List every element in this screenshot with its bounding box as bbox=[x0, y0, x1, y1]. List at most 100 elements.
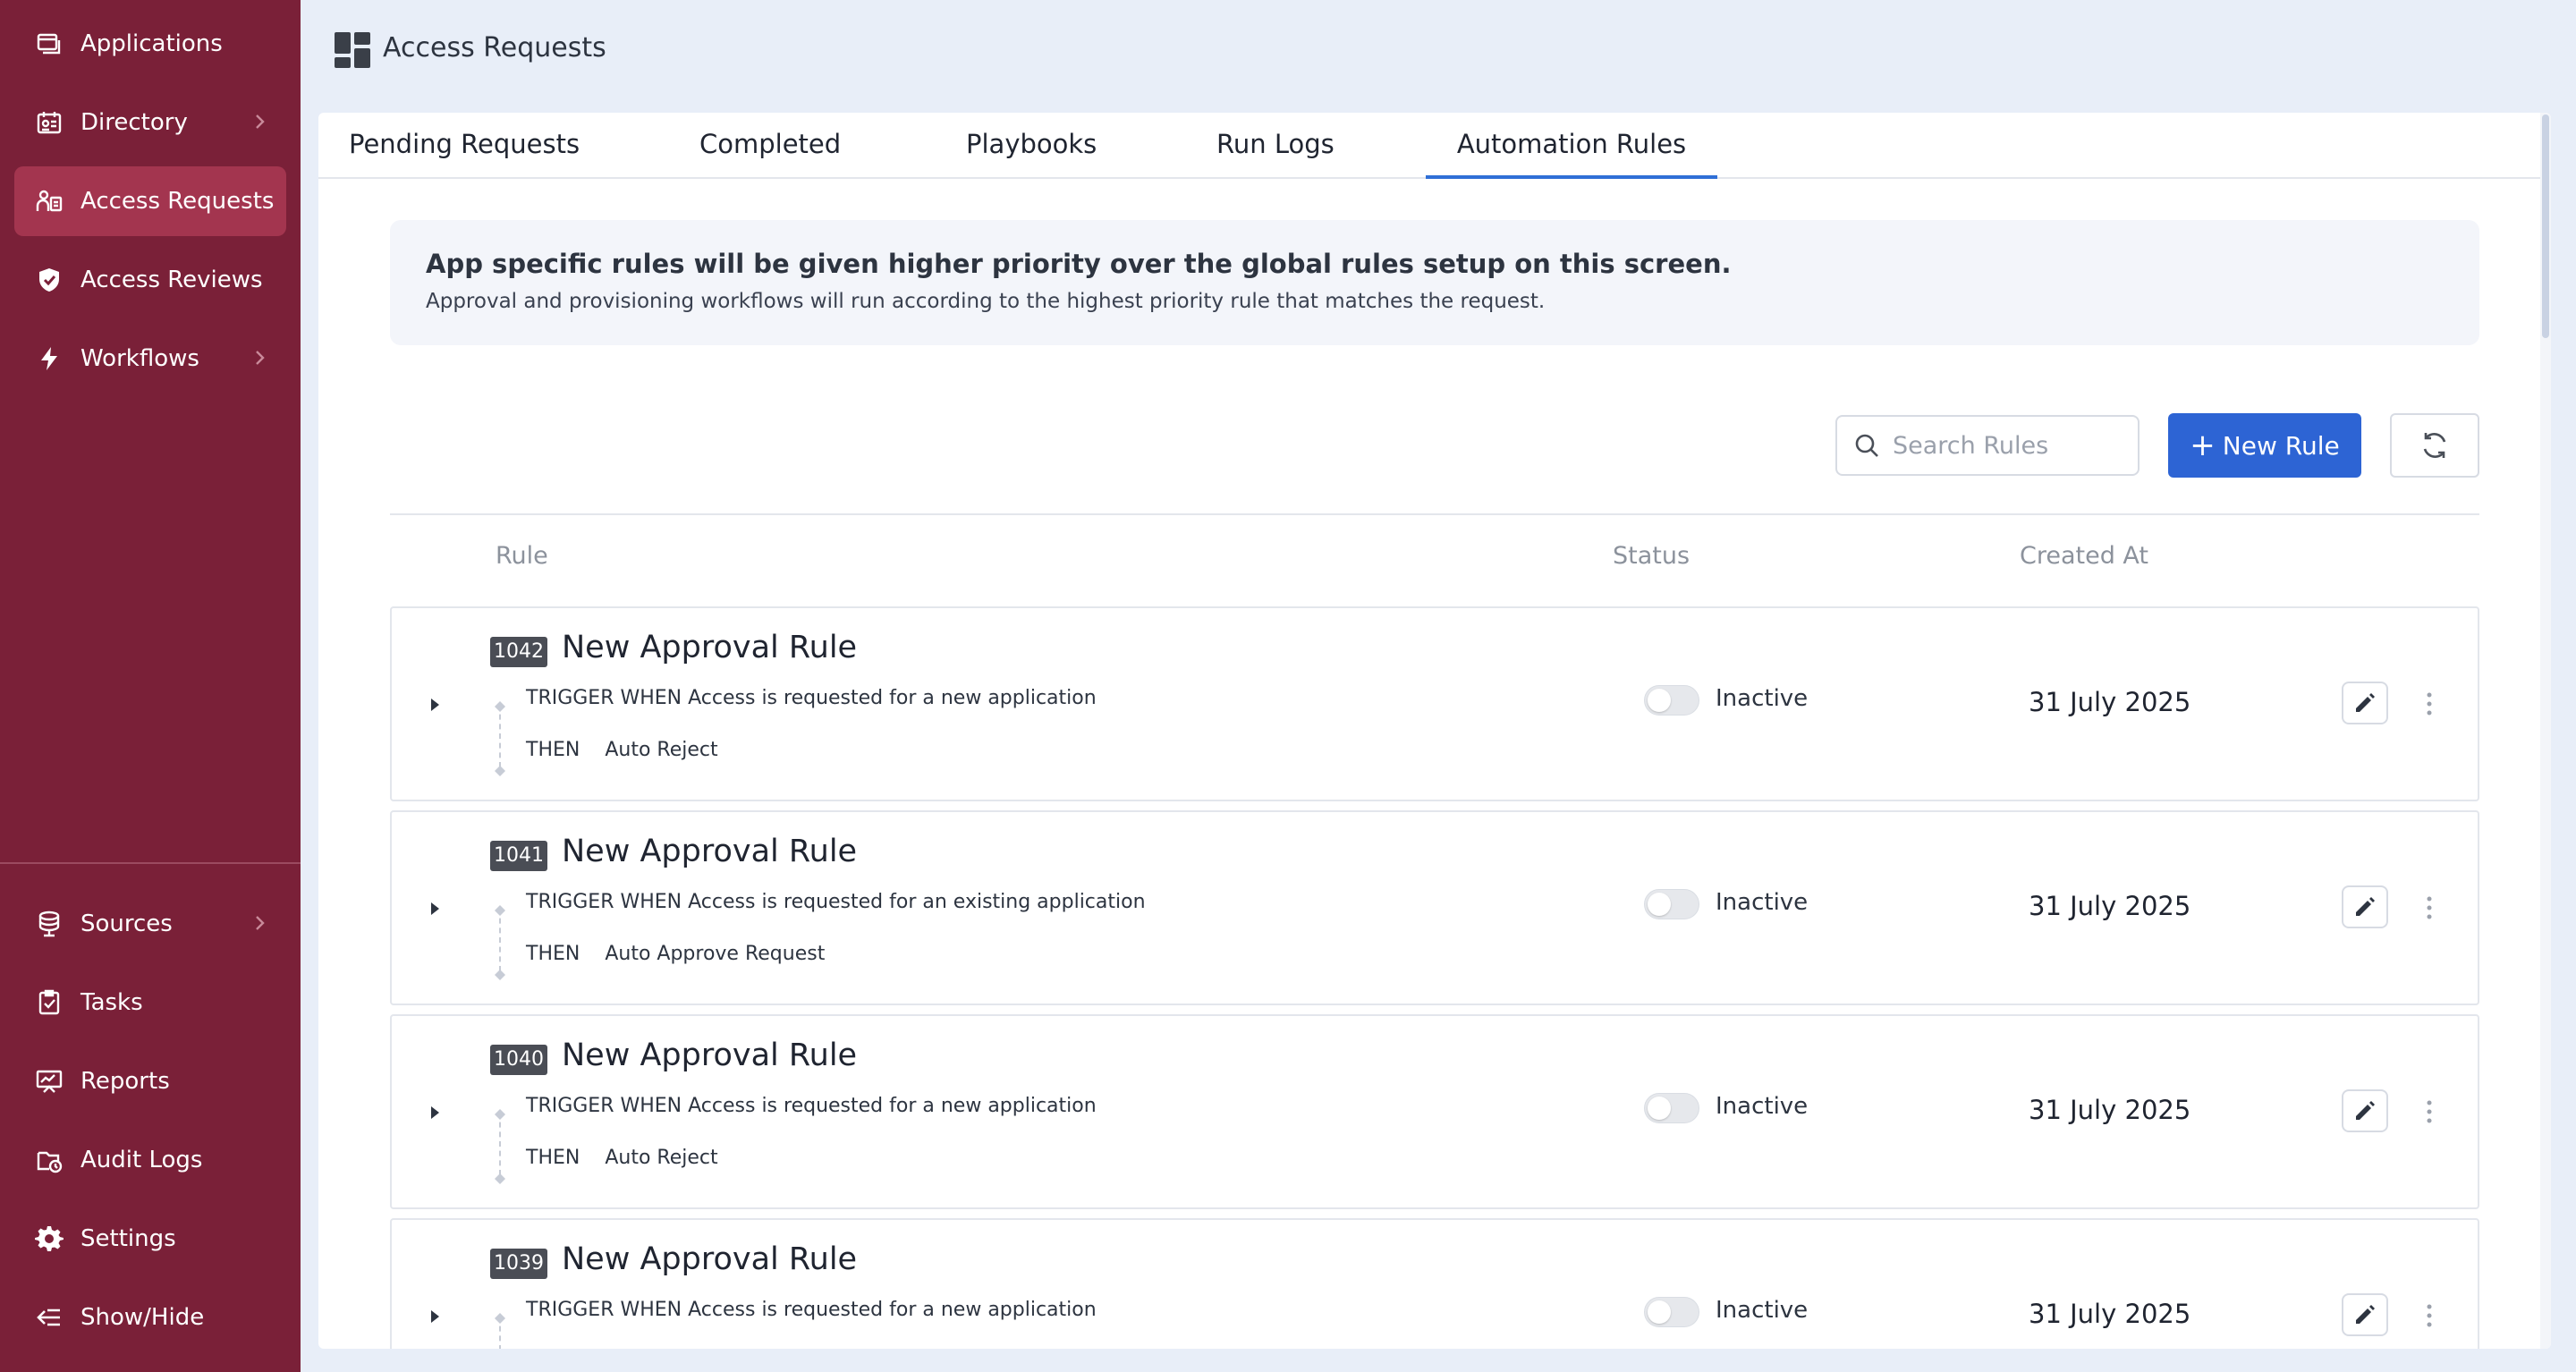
status-toggle[interactable] bbox=[1644, 889, 1699, 919]
rule-then: THEN Auto Approve Request bbox=[526, 943, 825, 965]
toggle-knob bbox=[1648, 1097, 1671, 1120]
edit-button[interactable] bbox=[2342, 1293, 2388, 1336]
refresh-button[interactable] bbox=[2390, 413, 2479, 478]
created-date: 31 July 2025 bbox=[2029, 891, 2191, 921]
scrollbar[interactable] bbox=[2540, 113, 2551, 1349]
search-input[interactable] bbox=[1893, 431, 2134, 460]
table-row[interactable]: 1040 New Approval Rule TRIGGER WHEN Acce… bbox=[390, 1014, 2479, 1209]
search-box[interactable] bbox=[1835, 415, 2140, 476]
new-rule-button[interactable]: + New Rule bbox=[2168, 413, 2361, 478]
sidebar-item-settings[interactable]: Settings bbox=[14, 1204, 286, 1274]
edit-button[interactable] bbox=[2342, 885, 2388, 928]
sidebar-item-label: Applications bbox=[80, 30, 223, 57]
rule-action: Auto Reject bbox=[605, 1147, 718, 1169]
caret-right-icon[interactable] bbox=[426, 1308, 444, 1325]
sidebar-item-audit-logs[interactable]: Audit Logs bbox=[14, 1125, 286, 1195]
diamond-icon bbox=[495, 970, 505, 980]
access-requests-icon bbox=[34, 186, 64, 216]
pencil-icon bbox=[2356, 693, 2375, 712]
toggle-knob bbox=[1648, 689, 1671, 712]
banner-subtitle: Approval and provisioning workflows will… bbox=[426, 290, 1546, 313]
tab-automation-rules[interactable]: Automation Rules bbox=[1426, 129, 1717, 179]
refresh-icon bbox=[2423, 433, 2446, 458]
sidebar-item-label: Show/Hide bbox=[80, 1304, 205, 1331]
sidebar-item-label: Audit Logs bbox=[80, 1147, 203, 1173]
rule-id-badge: 1039 bbox=[490, 1249, 547, 1279]
info-banner: App specific rules will be given higher … bbox=[390, 220, 2479, 345]
rule-title: New Approval Rule bbox=[562, 834, 858, 869]
tab-bar: Pending Requests Completed Playbooks Run… bbox=[318, 113, 2551, 179]
tab-playbooks[interactable]: Playbooks bbox=[966, 129, 1097, 179]
then-label: THEN bbox=[526, 739, 580, 761]
sidebar-item-workflows[interactable]: Workflows bbox=[14, 324, 286, 394]
tab-pending-requests[interactable]: Pending Requests bbox=[349, 129, 580, 179]
caret-right-icon[interactable] bbox=[426, 1104, 444, 1122]
sidebar-item-access-reviews[interactable]: Access Reviews bbox=[14, 245, 286, 315]
pencil-icon bbox=[2356, 1305, 2375, 1324]
rule-title: New Approval Rule bbox=[562, 630, 858, 665]
sidebar-item-sources[interactable]: Sources bbox=[14, 889, 286, 959]
sidebar-item-label: Directory bbox=[80, 109, 188, 136]
rule-id-badge: 1040 bbox=[490, 1045, 547, 1075]
then-label: THEN bbox=[526, 1147, 580, 1169]
toggle-knob bbox=[1648, 1300, 1671, 1324]
dashboard-icon bbox=[335, 32, 370, 68]
pencil-icon bbox=[2356, 1101, 2375, 1120]
table-row[interactable]: 1039 New Approval Rule TRIGGER WHEN Acce… bbox=[390, 1218, 2479, 1349]
diamond-icon bbox=[495, 766, 505, 776]
sidebar-item-applications[interactable]: Applications bbox=[14, 9, 286, 79]
rule-title: New Approval Rule bbox=[562, 1241, 858, 1277]
caret-right-icon[interactable] bbox=[426, 900, 444, 918]
sidebar-item-tasks[interactable]: Tasks bbox=[14, 968, 286, 1037]
status-toggle[interactable] bbox=[1644, 1297, 1699, 1327]
tab-run-logs[interactable]: Run Logs bbox=[1216, 129, 1335, 179]
settings-icon bbox=[34, 1224, 64, 1254]
sidebar-item-label: Tasks bbox=[80, 989, 143, 1016]
sources-icon bbox=[34, 909, 64, 939]
connector-line bbox=[499, 705, 501, 767]
chevron-right-icon bbox=[256, 916, 265, 930]
page-title: Access Requests bbox=[383, 32, 606, 64]
rule-id-badge: 1042 bbox=[490, 637, 547, 667]
sidebar-item-label: Sources bbox=[80, 910, 173, 937]
edit-button[interactable] bbox=[2342, 682, 2388, 724]
chevron-right-icon bbox=[256, 351, 265, 365]
then-label: THEN bbox=[526, 943, 580, 965]
sidebar-divider bbox=[0, 862, 301, 864]
more-vertical-icon[interactable] bbox=[2419, 1097, 2440, 1127]
sidebar-item-label: Reports bbox=[80, 1068, 170, 1095]
search-icon bbox=[1855, 434, 1878, 457]
status-text: Inactive bbox=[1716, 685, 1809, 712]
toggle-knob bbox=[1648, 893, 1671, 916]
status-toggle[interactable] bbox=[1644, 685, 1699, 716]
reports-icon bbox=[34, 1066, 64, 1097]
status-toggle[interactable] bbox=[1644, 1093, 1699, 1123]
rule-action: Auto Reject bbox=[605, 739, 718, 761]
created-date: 31 July 2025 bbox=[2029, 1095, 2191, 1125]
rule-trigger: TRIGGER WHEN Access is requested for a n… bbox=[526, 1299, 1097, 1321]
more-vertical-icon[interactable] bbox=[2419, 689, 2440, 719]
banner-title: App specific rules will be given higher … bbox=[426, 249, 1732, 279]
table-row[interactable]: 1042 New Approval Rule TRIGGER WHEN Acce… bbox=[390, 606, 2479, 801]
tab-completed[interactable]: Completed bbox=[699, 129, 841, 179]
sidebar-item-directory[interactable]: Directory bbox=[14, 88, 286, 157]
sidebar-item-label: Access Requests bbox=[80, 188, 275, 215]
workflows-icon bbox=[34, 343, 64, 374]
sidebar-item-show-hide[interactable]: Show/Hide bbox=[14, 1283, 286, 1352]
created-date: 31 July 2025 bbox=[2029, 1299, 2191, 1329]
table-divider bbox=[390, 513, 2479, 515]
caret-right-icon[interactable] bbox=[426, 696, 444, 714]
rule-id-badge: 1041 bbox=[490, 841, 547, 871]
tasks-icon bbox=[34, 987, 64, 1018]
more-vertical-icon[interactable] bbox=[2419, 893, 2440, 923]
more-vertical-icon[interactable] bbox=[2419, 1300, 2440, 1331]
sidebar-item-access-requests[interactable]: Access Requests bbox=[14, 166, 286, 236]
edit-button[interactable] bbox=[2342, 1089, 2388, 1132]
connector-line bbox=[499, 1317, 501, 1349]
table-row[interactable]: 1041 New Approval Rule TRIGGER WHEN Acce… bbox=[390, 810, 2479, 1005]
directory-icon bbox=[34, 107, 64, 138]
chevron-right-icon bbox=[256, 114, 265, 129]
sidebar-item-reports[interactable]: Reports bbox=[14, 1046, 286, 1116]
main-card: Pending Requests Completed Playbooks Run… bbox=[318, 113, 2551, 1349]
scrollbar-thumb[interactable] bbox=[2542, 114, 2549, 338]
